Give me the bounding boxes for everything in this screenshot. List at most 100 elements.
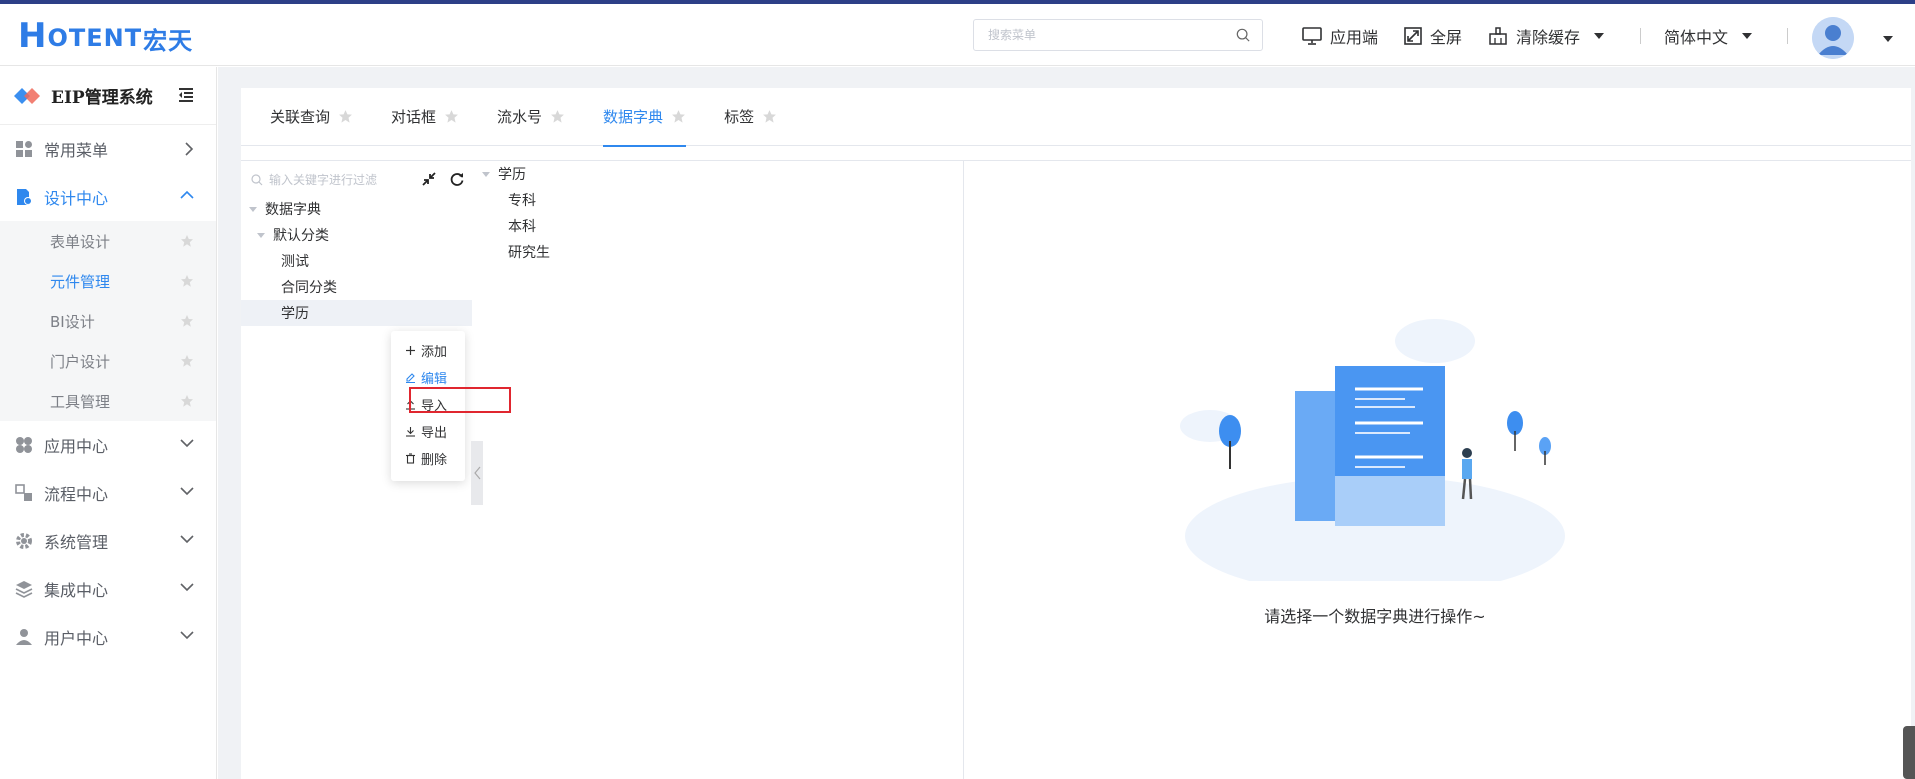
menu-integration-center[interactable]: 集成中心 <box>0 565 216 613</box>
dict-node-child[interactable]: 专科 <box>482 187 682 213</box>
ctx-add[interactable]: 添加 <box>391 337 465 364</box>
submenu-label: 表单设计 <box>50 232 111 251</box>
submenu-portal-design[interactable]: 门户设计 <box>0 341 216 381</box>
empty-state-message: 请选择一个数据字典进行操作~ <box>1264 607 1486 626</box>
chevron-down-icon <box>180 535 194 544</box>
content-panel: 关联查询 对话框 流水号 数据字典 标签 输入关键字进行过滤 数据字典 默认分类… <box>241 88 1911 779</box>
dict-node-label: 专科 <box>508 193 536 209</box>
submenu-label: 门户设计 <box>50 352 111 371</box>
star-icon[interactable] <box>180 394 194 408</box>
chevron-down-icon <box>180 631 194 640</box>
search-icon[interactable] <box>1236 28 1250 42</box>
collapse-all-icon[interactable] <box>421 171 437 187</box>
star-icon[interactable] <box>180 274 194 288</box>
submenu-bi-design[interactable]: BI设计 <box>0 301 216 341</box>
submenu-component-mgmt[interactable]: 元件管理 <box>0 261 216 301</box>
caret-down-icon <box>482 171 490 177</box>
user-icon <box>14 627 34 647</box>
chevron-down-icon[interactable] <box>1883 36 1893 42</box>
star-icon[interactable] <box>444 109 459 124</box>
dict-node-child[interactable]: 研究生 <box>482 239 682 265</box>
star-icon[interactable] <box>180 314 194 328</box>
menu-label: 用户中心 <box>44 629 109 648</box>
menu-user-center[interactable]: 用户中心 <box>0 613 216 661</box>
star-icon[interactable] <box>762 109 777 124</box>
app-end-label: 应用端 <box>1330 28 1379 47</box>
empty-state-illustration <box>1180 319 1565 581</box>
fullscreen-label: 全屏 <box>1430 28 1463 47</box>
dict-node-child[interactable]: 本科 <box>482 213 682 239</box>
menu-label: 集成中心 <box>44 581 109 600</box>
dict-node-root[interactable]: 学历 <box>482 161 682 187</box>
scrollbar-thumb[interactable] <box>1903 726 1915 779</box>
tree-node-label: 合同分类 <box>281 280 337 296</box>
hotent-logo[interactable]: H OTENT 宏天 <box>18 18 193 55</box>
tree-node-label: 学历 <box>281 306 309 322</box>
tree-node-default[interactable]: 默认分类 <box>241 222 472 248</box>
submenu-form-design[interactable]: 表单设计 <box>0 221 216 261</box>
tree-node-education[interactable]: 学历 <box>241 300 472 326</box>
monitor-icon <box>1302 27 1322 45</box>
menu-common[interactable]: 常用菜单 <box>0 125 216 173</box>
tab-related-query[interactable]: 关联查询 <box>270 88 353 146</box>
tree-node-root[interactable]: 数据字典 <box>241 196 472 222</box>
user-avatar-icon <box>1812 17 1854 59</box>
header-divider <box>1787 28 1788 44</box>
star-icon[interactable] <box>550 109 565 124</box>
app-end-button[interactable]: 应用端 <box>1302 24 1378 48</box>
search-input[interactable] <box>974 20 1214 50</box>
system-title: EIP管理系统 <box>0 67 216 125</box>
menu-design-center[interactable]: 设计中心 <box>0 173 216 221</box>
search-icon <box>251 174 263 186</box>
tree-node-contract[interactable]: 合同分类 <box>241 274 472 300</box>
design-submenu: 表单设计 元件管理 BI设计 门户设计 工具管理 <box>0 221 216 421</box>
ctx-label: 添加 <box>421 345 448 360</box>
ctx-export[interactable]: 导出 <box>391 418 465 445</box>
tab-data-dictionary[interactable]: 数据字典 <box>603 88 687 147</box>
dict-node-label: 本科 <box>508 219 536 235</box>
clear-cache-button[interactable]: 清除缓存 <box>1488 24 1605 48</box>
ctx-label: 导出 <box>421 426 448 441</box>
avatar[interactable] <box>1812 17 1854 59</box>
gear-icon <box>14 531 34 551</box>
tab-tags[interactable]: 标签 <box>724 88 777 146</box>
star-icon[interactable] <box>671 109 686 124</box>
menu-label: 应用中心 <box>44 437 109 456</box>
star-icon[interactable] <box>180 234 194 248</box>
header-divider <box>1640 28 1641 44</box>
tab-serial-number[interactable]: 流水号 <box>497 88 565 146</box>
top-header: HOTENT宏天 应用端 全屏 清除缓存 简体中文 <box>0 4 1915 66</box>
download-icon <box>406 427 415 437</box>
caret-down-icon <box>249 206 257 212</box>
submenu-tool-mgmt[interactable]: 工具管理 <box>0 381 216 421</box>
menu-label: 设计中心 <box>44 189 109 208</box>
submenu-label: 元件管理 <box>50 272 111 291</box>
menu-system-mgmt[interactable]: 系统管理 <box>0 517 216 565</box>
submenu-label: 工具管理 <box>50 392 111 411</box>
collapse-menu-icon[interactable] <box>178 87 194 103</box>
star-icon[interactable] <box>180 354 194 368</box>
tree-node-label: 数据字典 <box>265 202 321 218</box>
chevron-down-icon <box>180 487 194 496</box>
tab-label: 数据字典 <box>603 108 664 126</box>
tab-label: 关联查询 <box>270 108 331 126</box>
fullscreen-button[interactable]: 全屏 <box>1404 24 1462 48</box>
expand-icon <box>1404 27 1422 45</box>
tab-bar: 关联查询 对话框 流水号 数据字典 标签 <box>241 88 1911 147</box>
menu-flow-center[interactable]: 流程中心 <box>0 469 216 517</box>
flow-icon <box>14 483 34 503</box>
tree-filter-input[interactable] <box>269 173 409 187</box>
tree-node-test[interactable]: 测试 <box>241 248 472 274</box>
main-area: 关联查询 对话框 流水号 数据字典 标签 输入关键字进行过滤 数据字典 默认分类… <box>218 67 1915 779</box>
language-select[interactable]: 简体中文 <box>1664 24 1753 48</box>
menu-app-center[interactable]: 应用中心 <box>0 421 216 469</box>
star-icon[interactable] <box>338 109 353 124</box>
chevron-right-icon <box>185 142 194 156</box>
refresh-icon[interactable] <box>449 171 465 187</box>
dictionary-value-tree: 学历 专科 本科 研究生 <box>482 161 964 779</box>
tab-dialog[interactable]: 对话框 <box>391 88 459 146</box>
ctx-delete[interactable]: 删除 <box>391 445 465 472</box>
category-tree: 数据字典 默认分类 测试 合同分类 学历 添 <box>241 161 511 779</box>
menu-label: 常用菜单 <box>44 141 109 160</box>
chevron-left-icon <box>473 466 480 480</box>
